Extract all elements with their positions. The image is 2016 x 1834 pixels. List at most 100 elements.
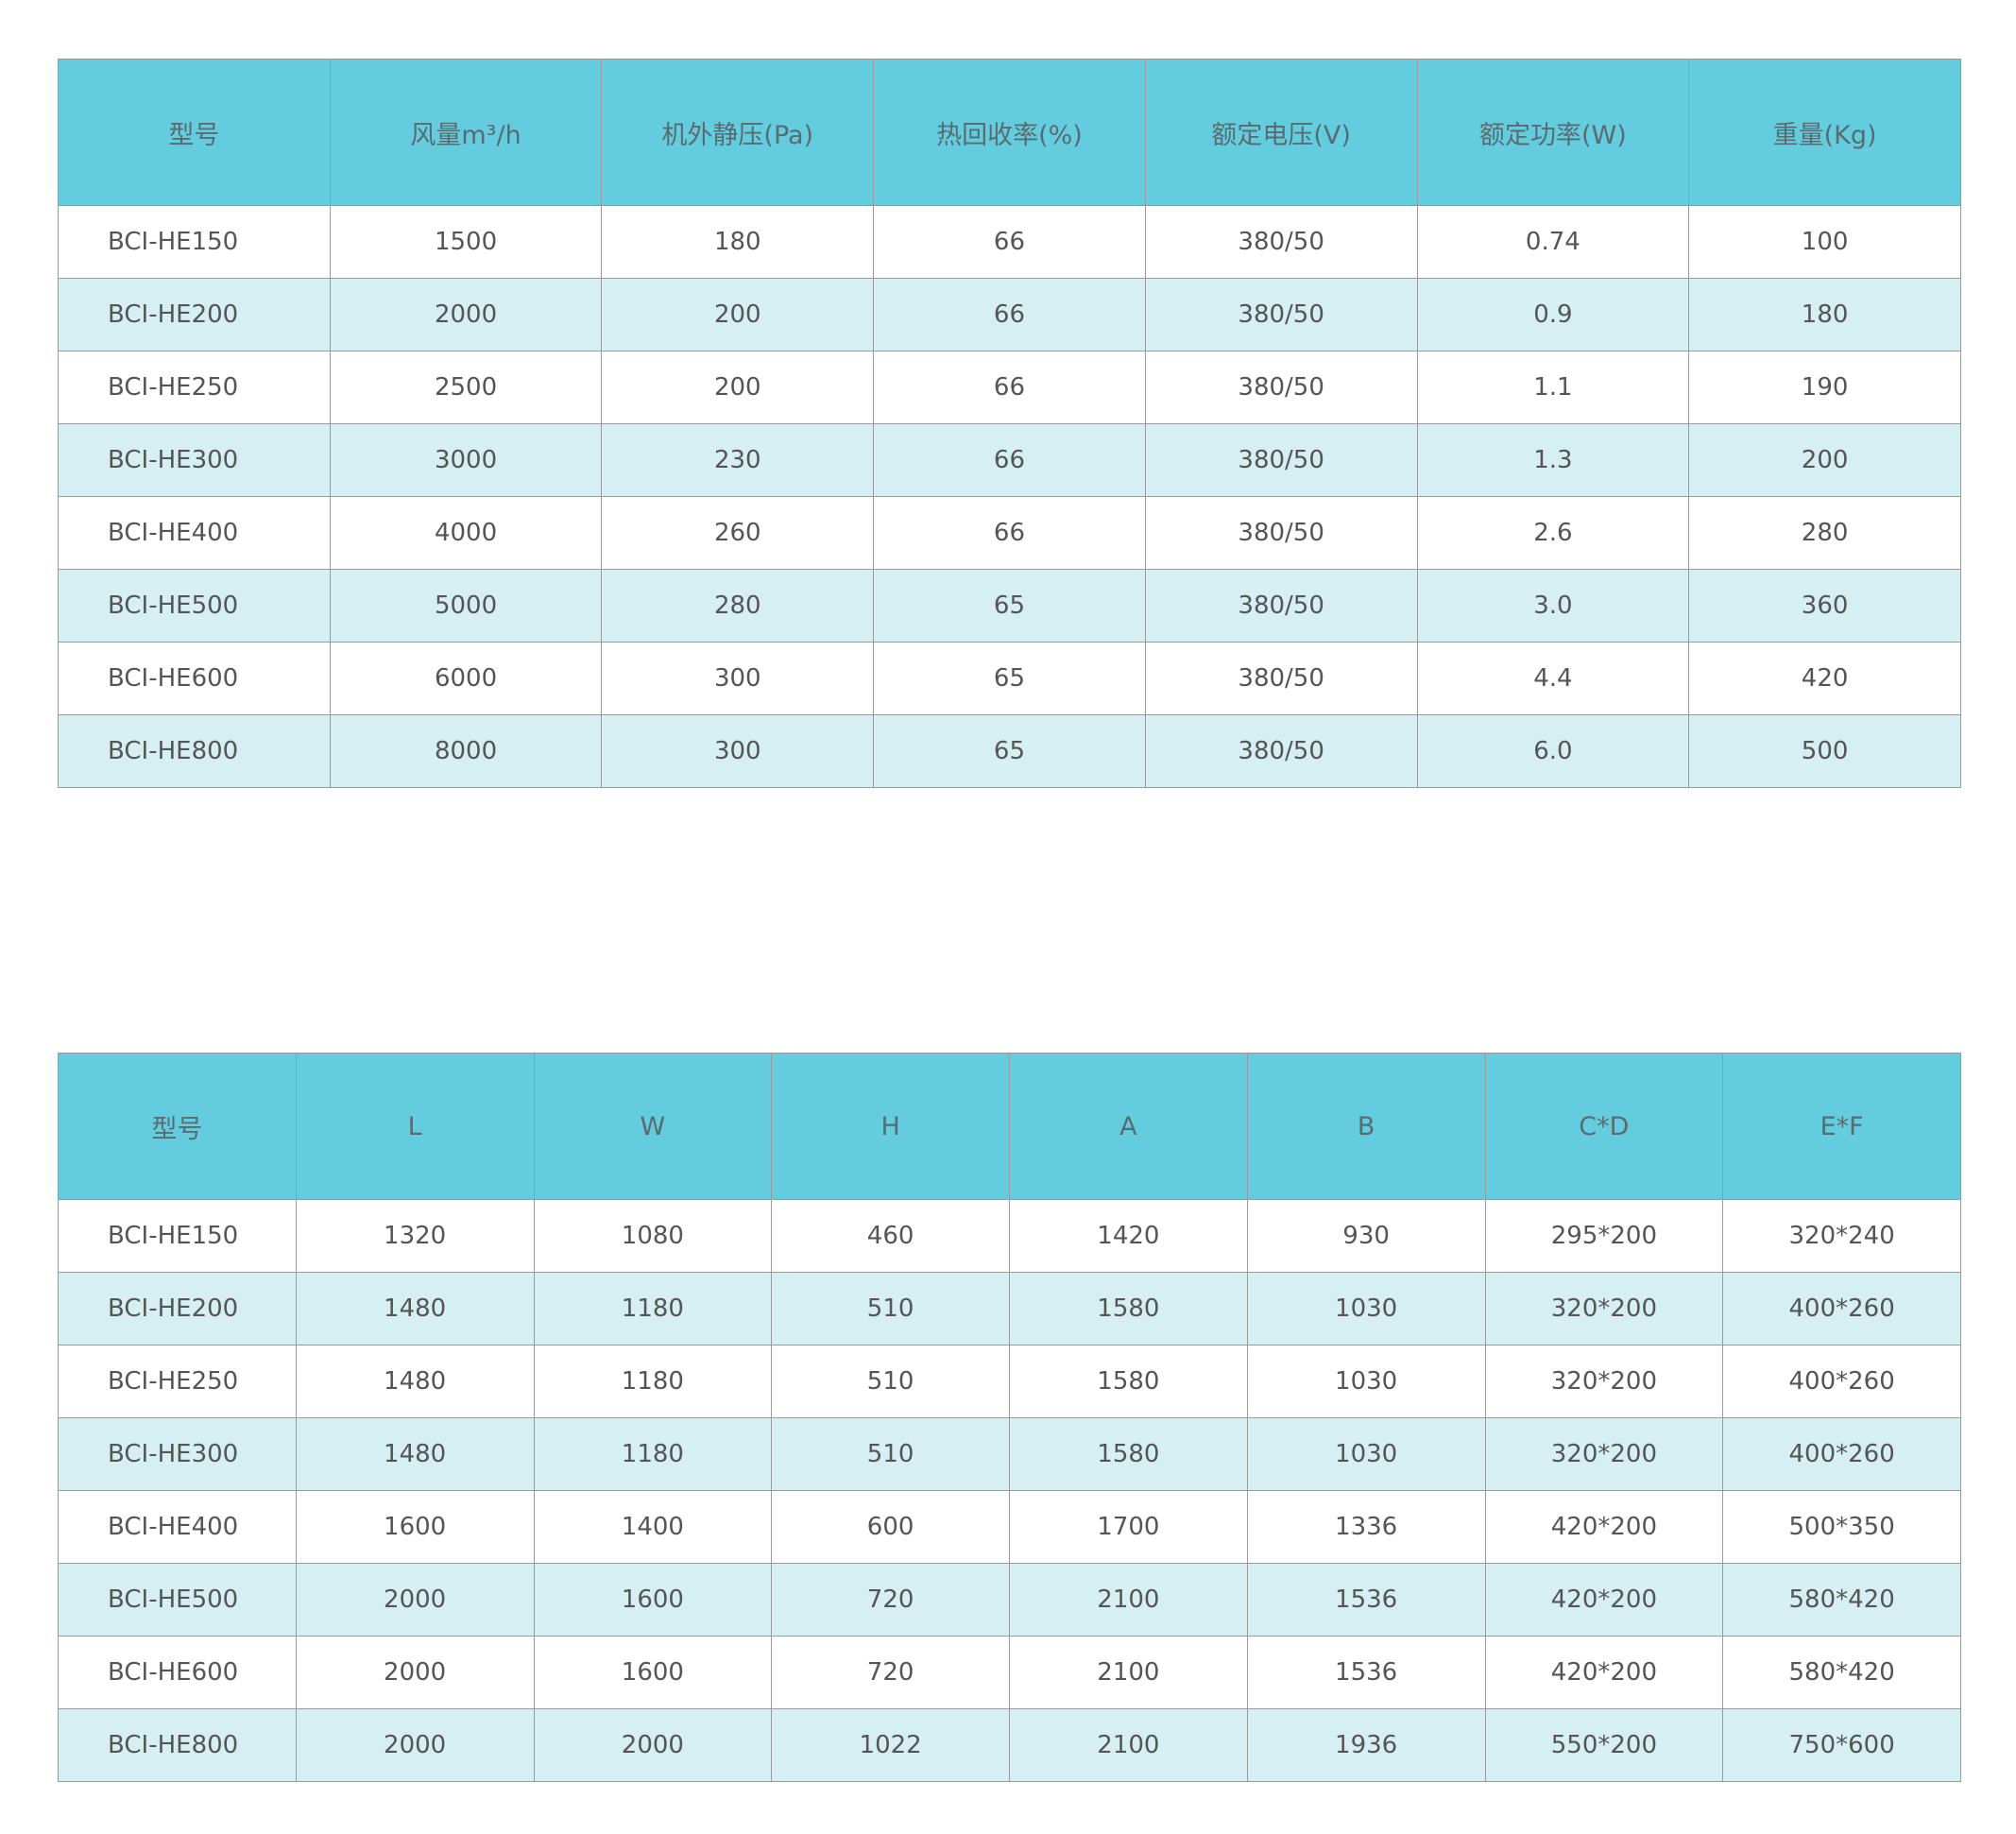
- table-row: BCI-HE800 8000 300 65 380/50 6.0 500: [58, 714, 1961, 788]
- cell-model: BCI-HE800: [58, 1708, 297, 1782]
- table-header-row: 型号 风量m³/h 机外静压(Pa) 热回收率(%) 额定电压(V) 额定功率(…: [58, 59, 1961, 206]
- cell-b: 1030: [1246, 1345, 1486, 1418]
- cell-b: 930: [1246, 1199, 1486, 1273]
- cell-b: 1536: [1246, 1563, 1486, 1637]
- cell-voltage: 380/50: [1144, 642, 1418, 715]
- cell-h: 510: [771, 1345, 1010, 1418]
- cell-airflow: 4000: [329, 496, 603, 570]
- cell-c-d: 320*200: [1484, 1272, 1724, 1346]
- header-e-f: E*F: [1722, 1053, 1961, 1200]
- header-w: W: [533, 1053, 773, 1200]
- cell-w: 1400: [533, 1490, 773, 1564]
- cell-voltage: 380/50: [1144, 278, 1418, 351]
- cell-b: 1030: [1246, 1417, 1486, 1491]
- cell-weight: 420: [1688, 642, 1961, 715]
- cell-voltage: 380/50: [1144, 569, 1418, 643]
- cell-power: 4.4: [1416, 642, 1690, 715]
- cell-heat-recovery: 65: [873, 569, 1146, 643]
- cell-a: 2100: [1009, 1563, 1248, 1637]
- table-row: BCI-HE200 2000 200 66 380/50 0.9 180: [58, 278, 1961, 351]
- cell-static-pressure: 200: [601, 278, 875, 351]
- table-row: BCI-HE400 4000 260 66 380/50 2.6 280: [58, 496, 1961, 570]
- table-row: BCI-HE250 2500 200 66 380/50 1.1 190: [58, 351, 1961, 424]
- cell-heat-recovery: 66: [873, 278, 1146, 351]
- cell-a: 1580: [1009, 1272, 1248, 1346]
- table-row: BCI-HE250 1480 1180 510 1580 1030 320*20…: [58, 1345, 1961, 1418]
- header-heat-recovery: 热回收率(%): [873, 59, 1146, 206]
- cell-power: 0.74: [1416, 205, 1690, 279]
- cell-heat-recovery: 66: [873, 205, 1146, 279]
- cell-weight: 360: [1688, 569, 1961, 643]
- cell-model: BCI-HE250: [58, 351, 331, 424]
- cell-w: 1600: [533, 1636, 773, 1709]
- dimension-table: 型号 L W H A B C*D E*F BCI-HE150 1320 1080…: [58, 1053, 1961, 1782]
- cell-power: 2.6: [1416, 496, 1690, 570]
- cell-model: BCI-HE200: [58, 278, 331, 351]
- table-row: BCI-HE300 3000 230 66 380/50 1.3 200: [58, 423, 1961, 497]
- cell-voltage: 380/50: [1144, 351, 1418, 424]
- cell-voltage: 380/50: [1144, 496, 1418, 570]
- cell-c-d: 320*200: [1484, 1417, 1724, 1491]
- cell-airflow: 6000: [329, 642, 603, 715]
- cell-l: 1320: [295, 1199, 535, 1273]
- table-header-row: 型号 L W H A B C*D E*F: [58, 1053, 1961, 1200]
- cell-static-pressure: 280: [601, 569, 875, 643]
- cell-model: BCI-HE200: [58, 1272, 297, 1346]
- cell-model: BCI-HE800: [58, 714, 331, 788]
- cell-voltage: 380/50: [1144, 714, 1418, 788]
- cell-static-pressure: 230: [601, 423, 875, 497]
- cell-weight: 500: [1688, 714, 1961, 788]
- cell-a: 1420: [1009, 1199, 1248, 1273]
- cell-weight: 200: [1688, 423, 1961, 497]
- cell-w: 1600: [533, 1563, 773, 1637]
- cell-l: 2000: [295, 1636, 535, 1709]
- cell-l: 1480: [295, 1345, 535, 1418]
- table-row: BCI-HE500 5000 280 65 380/50 3.0 360: [58, 569, 1961, 643]
- cell-h: 510: [771, 1417, 1010, 1491]
- cell-c-d: 420*200: [1484, 1490, 1724, 1564]
- cell-h: 1022: [771, 1708, 1010, 1782]
- cell-model: BCI-HE400: [58, 496, 331, 570]
- cell-w: 1180: [533, 1345, 773, 1418]
- cell-h: 720: [771, 1563, 1010, 1637]
- cell-e-f: 750*600: [1722, 1708, 1961, 1782]
- cell-weight: 280: [1688, 496, 1961, 570]
- header-b: B: [1246, 1053, 1486, 1200]
- cell-airflow: 2000: [329, 278, 603, 351]
- cell-w: 1180: [533, 1417, 773, 1491]
- cell-l: 2000: [295, 1708, 535, 1782]
- cell-power: 3.0: [1416, 569, 1690, 643]
- header-model: 型号: [58, 1053, 297, 1200]
- table-row: BCI-HE800 2000 2000 1022 2100 1936 550*2…: [58, 1708, 1961, 1782]
- cell-heat-recovery: 65: [873, 714, 1146, 788]
- cell-a: 1700: [1009, 1490, 1248, 1564]
- table-row: BCI-HE150 1320 1080 460 1420 930 295*200…: [58, 1199, 1961, 1273]
- header-voltage: 额定电压(V): [1144, 59, 1418, 206]
- cell-model: BCI-HE600: [58, 1636, 297, 1709]
- table-row: BCI-HE500 2000 1600 720 2100 1536 420*20…: [58, 1563, 1961, 1637]
- cell-a: 1580: [1009, 1417, 1248, 1491]
- cell-w: 2000: [533, 1708, 773, 1782]
- cell-airflow: 3000: [329, 423, 603, 497]
- header-airflow: 风量m³/h: [329, 59, 603, 206]
- cell-power: 1.1: [1416, 351, 1690, 424]
- cell-model: BCI-HE300: [58, 1417, 297, 1491]
- header-a: A: [1009, 1053, 1248, 1200]
- cell-voltage: 380/50: [1144, 205, 1418, 279]
- table-row: BCI-HE200 1480 1180 510 1580 1030 320*20…: [58, 1272, 1961, 1346]
- cell-c-d: 295*200: [1484, 1199, 1724, 1273]
- cell-heat-recovery: 66: [873, 423, 1146, 497]
- cell-e-f: 500*350: [1722, 1490, 1961, 1564]
- cell-h: 720: [771, 1636, 1010, 1709]
- cell-airflow: 1500: [329, 205, 603, 279]
- table-row: BCI-HE400 1600 1400 600 1700 1336 420*20…: [58, 1490, 1961, 1564]
- cell-a: 2100: [1009, 1708, 1248, 1782]
- performance-table: 型号 风量m³/h 机外静压(Pa) 热回收率(%) 额定电压(V) 额定功率(…: [58, 59, 1961, 788]
- table-row: BCI-HE600 2000 1600 720 2100 1536 420*20…: [58, 1636, 1961, 1709]
- cell-e-f: 580*420: [1722, 1563, 1961, 1637]
- cell-model: BCI-HE500: [58, 569, 331, 643]
- cell-weight: 100: [1688, 205, 1961, 279]
- cell-weight: 180: [1688, 278, 1961, 351]
- cell-c-d: 320*200: [1484, 1345, 1724, 1418]
- cell-airflow: 8000: [329, 714, 603, 788]
